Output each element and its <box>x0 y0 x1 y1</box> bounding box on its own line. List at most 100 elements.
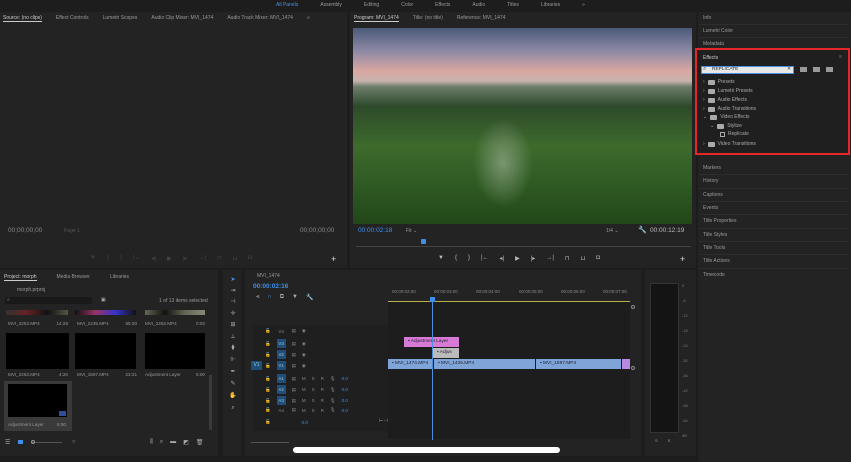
overwrite-icon[interactable]: ⊔ <box>233 255 238 262</box>
track-target[interactable]: A3 <box>276 396 286 405</box>
program-timecode[interactable]: 00:00:02:18 <box>358 227 392 234</box>
lock-icon[interactable]: 🔓 <box>265 419 271 425</box>
mic-icon[interactable]: 🎙 <box>330 407 336 413</box>
panel-events[interactable]: Events <box>703 205 718 211</box>
master-volume-value[interactable]: 0.0 <box>302 420 308 425</box>
pen-icon[interactable]: ✎ <box>229 381 237 387</box>
lock-icon[interactable]: 🔓 <box>265 352 271 358</box>
solo-button[interactable]: S <box>312 376 315 381</box>
tab-audio-clip-mixer[interactable]: Audio Clip Mixer: MVI_1474 <box>151 15 213 22</box>
hand-icon[interactable]: ✋ <box>229 393 237 399</box>
32bit-effects-icon[interactable] <box>813 67 820 72</box>
track-label[interactable]: V4 <box>277 329 286 334</box>
clip-mvi-1426[interactable]: ▪ MVI_1426.MP4 <box>434 359 535 369</box>
zoom-slider[interactable] <box>32 442 62 443</box>
rate-stretch-icon[interactable]: ⊞ <box>229 322 237 328</box>
mark-out-icon[interactable]: } <box>468 255 470 262</box>
sync-icon[interactable]: ▤ <box>292 376 296 382</box>
tab-sequence[interactable]: MVI_1474 <box>257 273 280 279</box>
workspace-libraries[interactable]: Libraries <box>541 2 560 8</box>
yuv-effects-icon[interactable] <box>826 67 833 72</box>
track-target[interactable]: V3 <box>276 339 286 348</box>
volume-value[interactable]: 0.0 <box>342 408 348 413</box>
new-bin-icon[interactable]: ▬ <box>170 439 176 446</box>
accelerated-effects-icon[interactable] <box>800 67 807 72</box>
track-select-icon[interactable]: ⇥ <box>229 288 237 294</box>
panel-title-properties[interactable]: Title Properties <box>703 218 736 224</box>
step-forward-icon[interactable]: |▸ <box>183 255 188 262</box>
record-button[interactable]: R <box>321 376 324 381</box>
sync-icon[interactable]: ▤ <box>292 341 296 347</box>
mute-button[interactable]: M <box>302 398 306 403</box>
wrench-icon[interactable]: 🔧 <box>638 226 647 234</box>
tab-title[interactable]: Title: (no title) <box>413 15 443 22</box>
workspace-color[interactable]: Color <box>401 2 413 8</box>
sync-icon[interactable]: ▤ <box>292 352 296 358</box>
tab-effect-controls[interactable]: Effect Controls <box>56 15 89 22</box>
tree-video-transitions[interactable]: › Video Transitions <box>703 141 756 147</box>
tree-presets[interactable]: › Presets <box>703 79 735 85</box>
effects-search-input[interactable]: REPLICATE <box>701 66 794 74</box>
tab-audio-track-mixer[interactable]: Audio Track Mixer: MVI_1474 <box>227 15 293 22</box>
record-button[interactable]: R <box>321 398 324 403</box>
clip-mvi-1597[interactable]: ▪ MVI_1597.MP4 <box>536 359 621 369</box>
track-target[interactable]: A1 <box>276 374 286 383</box>
record-button[interactable]: R <box>321 387 324 392</box>
solo-left-button[interactable]: S <box>655 438 658 443</box>
mute-button[interactable]: M <box>302 408 306 413</box>
fit-tracks-icon[interactable]: ⊢⊣ <box>379 418 388 424</box>
rolling-edit-icon[interactable]: ✛ <box>229 311 237 317</box>
fit-dropdown[interactable]: Fit ⌄ <box>406 228 417 234</box>
resolution-dropdown[interactable]: 1/4 ⌄ <box>606 228 619 234</box>
clear-search-icon[interactable]: ✕ <box>787 66 791 72</box>
list-view-icon[interactable]: ☰ <box>5 439 10 446</box>
zoom-max-icon[interactable]: ○ <box>72 439 76 445</box>
add-marker-icon[interactable]: ▼ <box>292 294 298 301</box>
tab-libraries[interactable]: Libraries <box>110 274 129 281</box>
horizontal-zoom-scrollbar[interactable] <box>251 442 289 443</box>
program-playhead[interactable] <box>421 239 426 244</box>
panel-metadata[interactable]: Metadata <box>703 41 724 47</box>
go-out-icon[interactable]: →| <box>546 255 554 262</box>
project-scrollbar[interactable] <box>209 375 212 430</box>
panel-info[interactable]: Info <box>703 15 711 21</box>
tab-project[interactable]: Project: morph <box>4 274 37 281</box>
sync-icon[interactable]: ▤ <box>292 407 296 413</box>
find-icon[interactable]: ⌕ <box>160 439 163 446</box>
workspace-assembly[interactable]: Assembly <box>320 2 342 8</box>
mic-icon[interactable]: 🎙 <box>330 387 336 393</box>
thumbnail[interactable] <box>75 333 136 369</box>
trash-icon[interactable]: 🗑 <box>196 439 204 446</box>
workspace-audio[interactable]: Audio <box>472 2 485 8</box>
slide-icon[interactable]: ⊩ <box>229 357 237 363</box>
tab-reference[interactable]: Reference: MVI_1474 <box>457 15 506 22</box>
lock-icon[interactable]: 🔓 <box>265 341 271 347</box>
go-in-icon[interactable]: |← <box>481 255 489 262</box>
selection-tool-icon[interactable]: ➤ <box>229 277 237 283</box>
thumbnail[interactable] <box>145 310 205 315</box>
tree-replicate[interactable]: Replicate <box>720 131 749 137</box>
thumbnail[interactable] <box>6 333 69 369</box>
workspace-effects[interactable]: Effects <box>435 2 450 8</box>
sync-icon[interactable]: ▤ <box>292 363 296 369</box>
zoom-icon[interactable]: ⌕ <box>229 405 237 411</box>
step-back-icon[interactable]: ◂| <box>152 255 157 262</box>
track-target[interactable]: V1 <box>276 361 286 370</box>
lift-icon[interactable]: ⊓ <box>565 255 570 262</box>
program-scrubber[interactable] <box>356 246 691 247</box>
mic-icon[interactable]: 🎙 <box>330 376 336 382</box>
tree-video-effects[interactable]: ⌄ Video Effects <box>703 114 749 120</box>
project-item[interactable]: MVI_2262.MP4 0:02 <box>145 321 205 326</box>
ripple-edit-icon[interactable]: ⊣ <box>229 299 237 305</box>
horizontal-scrollbar[interactable] <box>293 447 560 453</box>
track-target[interactable]: V2 <box>276 350 286 359</box>
add-button[interactable]: + <box>331 254 336 264</box>
workspace-editing[interactable]: Editing <box>364 2 379 8</box>
lock-icon[interactable]: 🔓 <box>265 398 271 404</box>
source-page[interactable]: Page 1 <box>64 228 80 234</box>
mark-in-icon[interactable]: { <box>455 255 457 262</box>
project-item[interactable]: Adjustment Layer 5:00 <box>145 372 205 377</box>
step-back-icon[interactable]: ◂| <box>500 255 505 262</box>
lock-icon[interactable]: 🔓 <box>265 387 271 393</box>
workspace-all-panels[interactable]: All Panels <box>276 2 298 8</box>
